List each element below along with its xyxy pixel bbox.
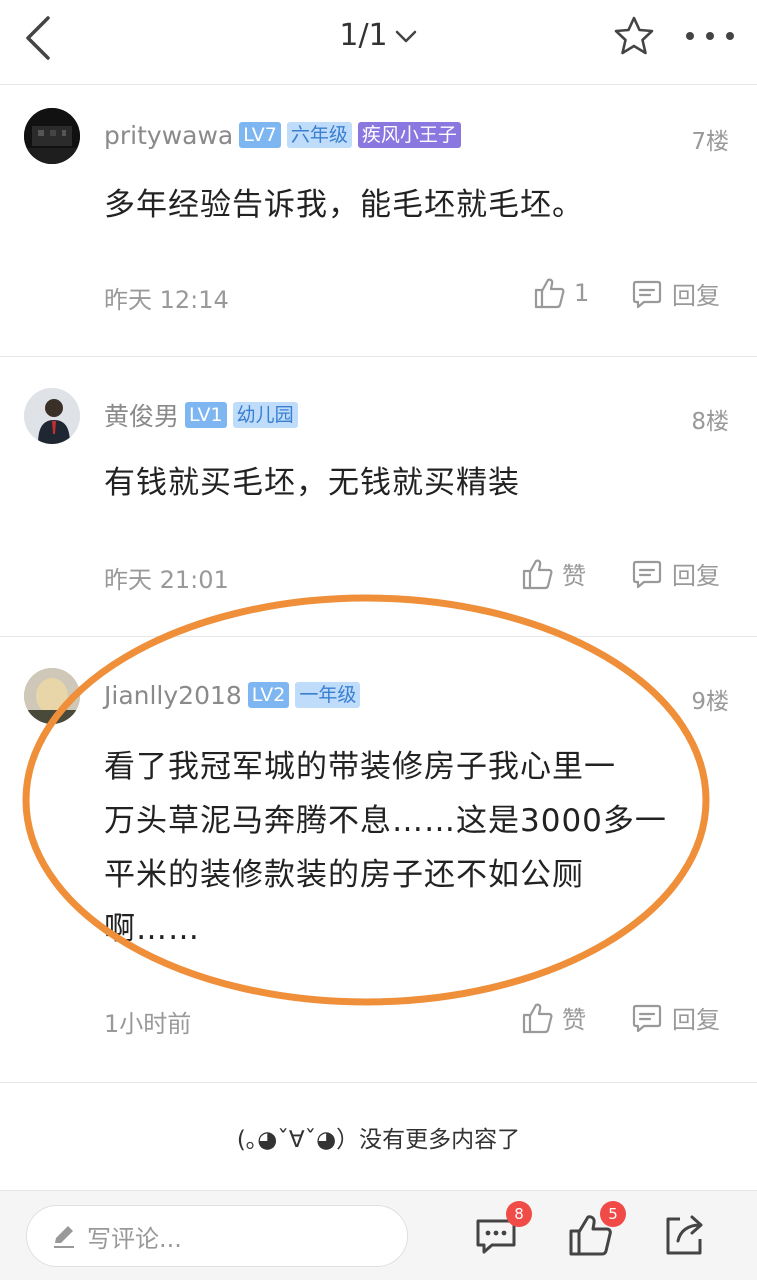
comment-time: 1小时前 <box>104 1010 192 1038</box>
comment-input[interactable]: 写评论... <box>26 1205 408 1267</box>
comment-content: 有钱就买毛坯，无钱就买精装 <box>104 465 520 501</box>
comment-item: pritywawa LV7 六年级 疾风小王子 7楼 多年经验告诉我，能毛坯就毛… <box>0 84 757 356</box>
floor-number: 7楼 <box>691 129 729 155</box>
like-label: 1 <box>574 279 590 307</box>
more-button[interactable] <box>684 24 736 48</box>
comment-line: 啊…… <box>104 911 200 947</box>
comment-count-badge: 8 <box>506 1201 532 1227</box>
floor-number: 8楼 <box>691 409 729 435</box>
grade-badge: 一年级 <box>295 682 361 708</box>
avatar[interactable] <box>24 668 80 724</box>
reply-icon <box>632 280 662 308</box>
grade-badge: 六年级 <box>286 122 352 148</box>
grade-badge: 幼儿园 <box>232 402 298 428</box>
comment-line: 万头草泥马奔腾不息……这是3000多一 <box>104 803 667 839</box>
more-dots-icon <box>686 32 734 40</box>
favorite-button[interactable] <box>612 14 656 58</box>
floor-number: 9楼 <box>691 689 729 715</box>
top-bar: 1/1 <box>0 0 757 80</box>
like-button[interactable]: 1 <box>532 276 589 310</box>
comment-item: Jianlly2018 LV2 一年级 9楼 看了我冠军城的带装修房子我心里一 … <box>0 636 757 1082</box>
like-count-badge: 5 <box>600 1201 626 1227</box>
comment-content: 多年经验告诉我，能毛坯就毛坯。 <box>104 187 584 223</box>
star-icon <box>614 16 654 55</box>
level-badge: LV7 <box>239 122 281 148</box>
username[interactable]: 黄俊男 <box>104 397 179 433</box>
share-icon <box>666 1215 703 1255</box>
reply-label: 回复 <box>672 282 720 310</box>
reply-label: 回复 <box>672 1006 720 1034</box>
level-badge: LV1 <box>185 402 227 428</box>
comment-time: 昨天 21:01 <box>104 566 229 594</box>
reply-button[interactable]: 回复 <box>630 1000 720 1035</box>
comment-line: 看了我冠军城的带装修房子我心里一 <box>104 749 616 785</box>
username[interactable]: pritywawa <box>104 121 233 150</box>
reply-button[interactable]: 回复 <box>630 556 720 591</box>
reply-icon <box>632 1004 662 1032</box>
pencil-icon <box>54 1226 74 1248</box>
user-info-row: 黄俊男 LV1 幼儿园 <box>104 398 304 432</box>
like-label: 赞 <box>562 562 586 590</box>
like-post-button[interactable]: 5 <box>566 1201 626 1259</box>
reply-icon <box>632 560 662 588</box>
comment-time: 昨天 12:14 <box>104 286 229 314</box>
comments-button[interactable]: 8 <box>472 1201 532 1259</box>
title-badge: 疾风小王子 <box>357 122 461 148</box>
reply-label: 回复 <box>672 562 720 590</box>
username[interactable]: Jianlly2018 <box>104 681 242 710</box>
level-badge: LV2 <box>247 682 290 708</box>
comment-item: 黄俊男 LV1 幼儿园 8楼 有钱就买毛坯，无钱就买精装 昨天 21:01 赞 … <box>0 356 757 636</box>
no-more-content-text: (｡◕ˇ∀ˇ◕）没有更多内容了 <box>236 1127 521 1153</box>
chevron-down-icon <box>395 30 416 42</box>
user-info-row: Jianlly2018 LV2 一年级 <box>104 678 366 712</box>
bottom-bar: 写评论... 8 5 <box>0 1190 757 1280</box>
share-button[interactable] <box>660 1211 708 1259</box>
thumbs-up-icon <box>522 1003 553 1033</box>
divider <box>0 1082 757 1083</box>
like-button[interactable]: 赞 <box>520 1000 586 1035</box>
comment-input-placeholder: 写评论... <box>87 1224 182 1253</box>
avatar[interactable] <box>24 108 80 164</box>
comment-content: 看了我冠军城的带装修房子我心里一 万头草泥马奔腾不息……这是3000多一 平米的… <box>104 740 704 956</box>
like-button[interactable]: 赞 <box>520 556 586 591</box>
avatar[interactable] <box>24 388 80 444</box>
thumbs-up-icon <box>522 559 553 589</box>
page-indicator-label: 1/1 <box>339 18 388 53</box>
user-info-row: pritywawa LV7 六年级 疾风小王子 <box>104 118 467 152</box>
thumbs-up-icon <box>534 278 565 309</box>
reply-button[interactable]: 回复 <box>630 276 720 311</box>
comment-line: 平米的装修款装的房子还不如公厕 <box>104 857 584 893</box>
like-label: 赞 <box>562 1006 586 1034</box>
